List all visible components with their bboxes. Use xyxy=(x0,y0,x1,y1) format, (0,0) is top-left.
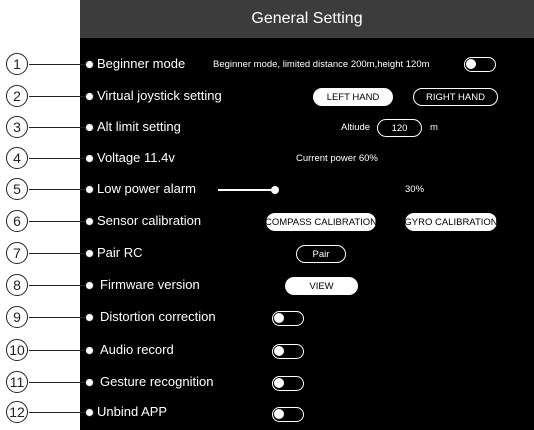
altitude-unit: m xyxy=(430,122,438,133)
row-distortion-correction: 9 Distortion correction xyxy=(0,303,534,333)
toggle-knob xyxy=(274,378,284,388)
callout-number: 1 xyxy=(6,53,28,75)
leader-line xyxy=(29,253,85,255)
sensor-calibration-label: Sensor calibration xyxy=(97,213,202,228)
leader-line xyxy=(29,221,85,223)
gesture-recognition-toggle[interactable] xyxy=(272,376,304,391)
distortion-correction-label: Distortion correction xyxy=(100,309,216,324)
gesture-recognition-label: Gesture recognition xyxy=(100,374,214,389)
row-marker-dot xyxy=(85,123,94,132)
callout-number: 6 xyxy=(6,210,28,232)
callout-number: 11 xyxy=(6,371,28,393)
callout-number: 3 xyxy=(6,116,28,138)
left-hand-button[interactable]: LEFT HAND xyxy=(313,88,393,106)
unbind-app-label: Unbind APP xyxy=(97,404,168,419)
leader-line xyxy=(29,412,85,414)
row-marker-dot xyxy=(85,217,94,226)
row-marker-dot xyxy=(85,281,94,290)
row-marker-dot xyxy=(85,92,94,101)
leader-line xyxy=(29,350,85,352)
row-marker-dot xyxy=(85,346,94,355)
low-power-alarm-label: Low power alarm xyxy=(97,181,196,196)
compass-calibration-button[interactable]: COMPASS CALIBRATION xyxy=(265,213,377,231)
callout-number: 7 xyxy=(6,242,28,264)
row-virtual-joystick: 2 Virtual joystick setting LEFT HAND RIG… xyxy=(0,82,534,112)
pair-rc-label: Pair RC xyxy=(97,245,143,260)
right-hand-button[interactable]: RIGHT HAND xyxy=(413,88,498,106)
leader-line xyxy=(29,96,85,98)
callout-number: 4 xyxy=(6,147,28,169)
leader-line xyxy=(29,64,85,66)
row-unbind-app: 12 Unbind APP xyxy=(0,398,534,428)
low-power-slider-handle[interactable] xyxy=(271,186,279,194)
callout-number: 9 xyxy=(6,306,28,328)
voltage-label: Voltage 11.4v xyxy=(97,150,175,165)
row-low-power-alarm: 5 Low power alarm 30% xyxy=(0,175,534,205)
callout-number: 5 xyxy=(6,178,28,200)
leader-line xyxy=(29,382,85,384)
current-power-text: Current power 60% xyxy=(296,153,378,164)
row-pair-rc: 7 Pair RC Pair xyxy=(0,239,534,269)
leader-line xyxy=(29,189,85,191)
row-marker-dot xyxy=(85,60,94,69)
toggle-knob xyxy=(466,59,476,69)
view-firmware-button[interactable]: VIEW xyxy=(285,277,358,295)
gyro-calibration-button[interactable]: GYRO CALIBRATION xyxy=(404,213,498,231)
low-power-slider-track[interactable] xyxy=(218,189,278,191)
unbind-app-toggle[interactable] xyxy=(272,407,304,422)
callout-number: 8 xyxy=(6,274,28,296)
alt-limit-label: Alt limit setting xyxy=(97,119,181,134)
beginner-mode-label: Beginner mode xyxy=(97,56,186,71)
leader-line xyxy=(29,158,85,160)
row-audio-record: 10 Audio record xyxy=(0,336,534,366)
distortion-correction-toggle[interactable] xyxy=(272,311,304,326)
row-marker-dot xyxy=(85,249,94,258)
altitude-input[interactable]: 120 xyxy=(377,119,422,137)
row-beginner-mode: 1 Beginner mode Beginner mode, limited d… xyxy=(0,50,534,80)
virtual-joystick-label: Virtual joystick setting xyxy=(97,88,222,103)
toggle-knob xyxy=(274,346,284,356)
beginner-mode-description: Beginner mode, limited distance 200m,hei… xyxy=(213,59,430,70)
leader-line xyxy=(29,127,85,129)
leader-line xyxy=(29,317,85,319)
audio-record-label: Audio record xyxy=(100,342,174,357)
row-marker-dot xyxy=(85,313,94,322)
pair-button[interactable]: Pair xyxy=(296,245,346,263)
low-power-percent: 30% xyxy=(405,184,425,195)
audio-record-toggle[interactable] xyxy=(272,344,304,359)
firmware-version-label: Firmware version xyxy=(100,277,200,292)
toggle-knob xyxy=(274,313,284,323)
row-sensor-calibration: 6 Sensor calibration COMPASS CALIBRATION… xyxy=(0,207,534,237)
row-marker-dot xyxy=(85,378,94,387)
callout-number: 10 xyxy=(6,339,28,361)
callout-number: 2 xyxy=(6,85,28,107)
page-title: General Setting xyxy=(80,0,534,38)
row-marker-dot xyxy=(85,185,94,194)
beginner-mode-toggle[interactable] xyxy=(464,57,496,72)
toggle-knob xyxy=(274,409,284,419)
leader-line xyxy=(29,285,85,287)
callout-number: 12 xyxy=(6,401,28,423)
row-gesture-recognition: 11 Gesture recognition xyxy=(0,368,534,398)
row-firmware-version: 8 Firmware version VIEW xyxy=(0,271,534,301)
row-marker-dot xyxy=(85,154,94,163)
row-marker-dot xyxy=(85,408,94,417)
row-alt-limit: 3 Alt limit setting Altiude 120 m xyxy=(0,113,534,143)
altitude-label: Altiude xyxy=(341,122,371,133)
row-voltage: 4 Voltage 11.4v Current power 60% xyxy=(0,144,534,174)
